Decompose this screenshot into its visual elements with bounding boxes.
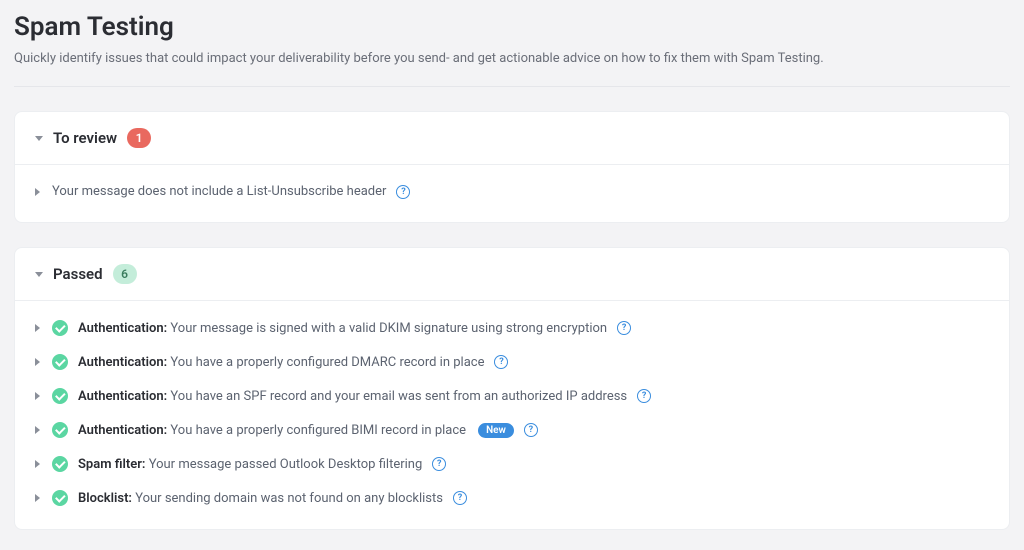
chevron-down-icon [35,272,43,277]
help-icon[interactable] [494,355,508,369]
item-text: Authentication: You have a properly conf… [78,423,466,438]
item-body: Your sending domain was not found on any… [132,491,443,506]
check-circle-icon [52,422,68,438]
item-prefix: Authentication: [78,389,167,404]
to-review-header[interactable]: To review 1 [15,112,1009,164]
to-review-title: To review [53,129,117,147]
list-item[interactable]: Authentication: You have a properly conf… [35,345,989,379]
passed-panel: Passed 6 Authentication: Your message is… [14,247,1010,530]
chevron-right-icon [35,358,40,366]
item-prefix: Blocklist: [78,491,132,506]
list-item[interactable]: Authentication: You have an SPF record a… [35,379,989,413]
chevron-right-icon [35,188,40,196]
item-text: Your message does not include a List-Uns… [52,184,386,199]
item-text: Authentication: You have a properly conf… [78,355,484,370]
item-body: You have a properly configured DMARC rec… [167,355,484,370]
item-prefix: Authentication: [78,321,167,336]
to-review-panel: To review 1 Your message does not includ… [14,111,1010,223]
item-body: You have an SPF record and your email wa… [167,389,627,404]
page-subtitle: Quickly identify issues that could impac… [14,50,1010,87]
passed-header[interactable]: Passed 6 [15,248,1009,300]
passed-title: Passed [53,265,103,283]
item-body: Your message passed Outlook Desktop filt… [145,457,422,472]
item-prefix: Spam filter: [78,457,145,472]
new-badge: New [478,423,514,438]
chevron-right-icon [35,494,40,502]
help-icon[interactable] [396,185,410,199]
help-icon[interactable] [453,491,467,505]
list-item[interactable]: Blocklist: Your sending domain was not f… [35,481,989,515]
to-review-list: Your message does not include a List-Uns… [15,165,1009,222]
chevron-right-icon [35,392,40,400]
list-item[interactable]: Your message does not include a List-Uns… [35,175,989,208]
list-item[interactable]: Authentication: You have a properly conf… [35,413,989,447]
item-text: Spam filter: Your message passed Outlook… [78,457,422,472]
check-circle-icon [52,490,68,506]
chevron-down-icon [35,136,43,141]
passed-count-badge: 6 [113,264,137,284]
help-icon[interactable] [637,389,651,403]
item-body: You have a properly configured BIMI reco… [167,423,466,438]
item-text: Authentication: You have an SPF record a… [78,389,627,404]
item-body: Your message is signed with a valid DKIM… [167,321,607,336]
help-icon[interactable] [524,423,538,437]
chevron-right-icon [35,426,40,434]
chevron-right-icon [35,460,40,468]
check-circle-icon [52,354,68,370]
help-icon[interactable] [432,457,446,471]
item-text: Blocklist: Your sending domain was not f… [78,491,443,506]
page-title: Spam Testing [14,12,1010,42]
check-circle-icon [52,456,68,472]
chevron-right-icon [35,324,40,332]
list-item[interactable]: Authentication: Your message is signed w… [35,311,989,345]
check-circle-icon [52,320,68,336]
passed-list: Authentication: Your message is signed w… [15,301,1009,529]
help-icon[interactable] [617,321,631,335]
list-item[interactable]: Spam filter: Your message passed Outlook… [35,447,989,481]
to-review-count-badge: 1 [127,128,151,148]
item-prefix: Authentication: [78,355,167,370]
check-circle-icon [52,388,68,404]
item-prefix: Authentication: [78,423,167,438]
item-text: Authentication: Your message is signed w… [78,321,607,336]
